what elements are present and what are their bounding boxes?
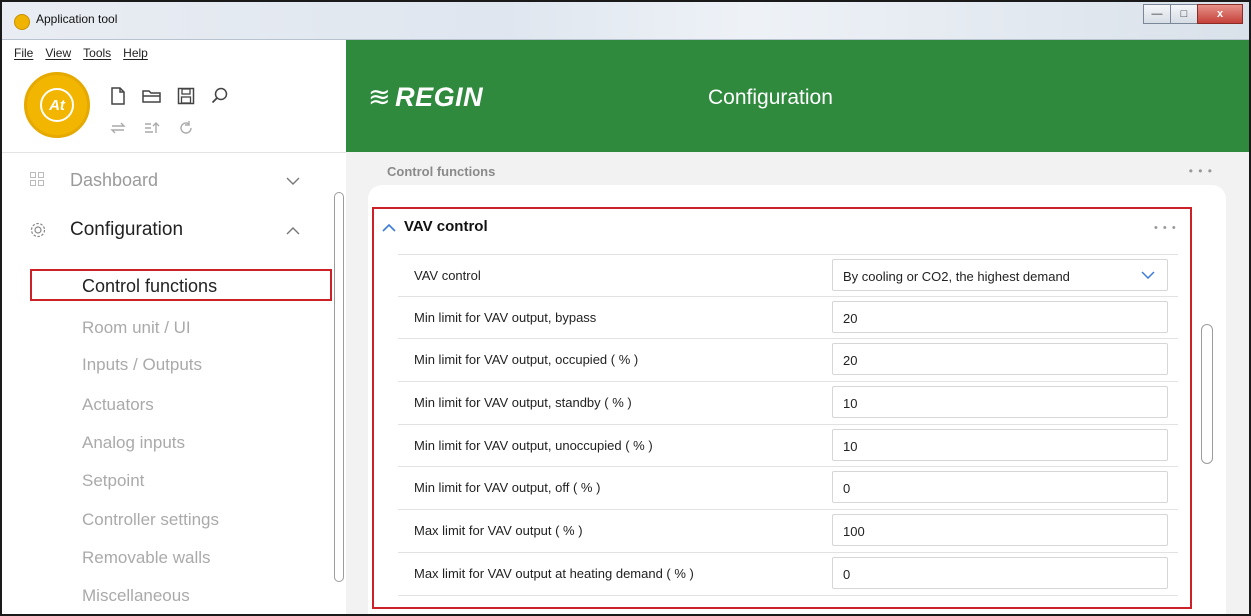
max-heating-input[interactable]: 0 [832,556,1168,589]
settings-row: Min limit for VAV output, bypass 20 [398,297,1178,340]
content-scrollbar[interactable] [1201,324,1213,464]
row-label: Min limit for VAV output, bypass [414,309,597,325]
settings-row: Min limit for VAV output, occupied ( % )… [398,339,1178,383]
menu-bar: File View Tools Help [14,46,148,60]
waves-icon: ≋ [368,82,392,112]
sidebar-scrollbar[interactable] [334,192,344,582]
max-output-input[interactable]: 100 [832,514,1168,547]
menu-tools[interactable]: Tools [83,46,111,60]
row-label: Min limit for VAV output, occupied ( % ) [414,352,639,368]
row-label: Min limit for VAV output, standby ( % ) [414,395,632,411]
collapse-chevron-icon[interactable] [382,219,396,235]
page-title: Configuration [708,86,833,109]
search-icon[interactable] [210,86,230,106]
window-title: Application tool [36,12,118,26]
unoccupied-min-input[interactable]: 10 [832,428,1168,461]
settings-row: Max limit for VAV output ( % ) 100 [398,510,1178,553]
row-label: VAV control [414,268,481,283]
refresh-icon[interactable] [176,118,196,138]
settings-row: Min limit for VAV output, off ( % ) 0 [398,467,1178,511]
sidebar: File View Tools Help At Dashboard Config… [2,40,346,614]
window-controls: — □ x [1143,4,1243,24]
toolbar-primary [108,86,230,106]
new-file-icon[interactable] [108,86,128,106]
menu-view[interactable]: View [45,46,71,60]
standby-min-input[interactable]: 10 [832,386,1168,419]
open-folder-icon[interactable] [142,86,162,106]
nav-configuration-label: Configuration [70,219,184,240]
bypass-min-input[interactable]: 20 [832,300,1168,333]
settings-row: Min limit for VAV output, standby ( % ) … [398,382,1178,425]
brand-logo: ≋ REGIN [368,82,483,113]
section-title: Control functions [387,164,496,179]
brand-name: REGIN [395,82,484,112]
save-icon[interactable] [176,86,196,106]
chevron-down-icon[interactable] [286,173,300,188]
header-bar: ≋ REGIN Configuration [346,40,1249,152]
group-header[interactable]: VAV control [382,218,488,235]
app-logo-text: At [40,88,74,122]
main-content: Control functions • • • VAV control • • … [346,152,1249,614]
sidebar-item-controller-settings[interactable]: Controller settings [82,510,219,530]
off-min-input[interactable]: 0 [832,471,1168,504]
nav-dashboard-label: Dashboard [70,169,159,190]
group-more-icon[interactable]: • • • [1154,222,1177,234]
dashboard-icon [30,172,46,188]
row-label: Max limit for VAV output ( % ) [414,523,583,539]
sidebar-item-inputs-outputs[interactable]: Inputs / Outputs [82,355,202,375]
row-label: Min limit for VAV output, unoccupied ( %… [414,437,653,453]
chevron-down-icon[interactable] [1141,267,1155,282]
section-more-icon[interactable]: • • • [1189,164,1213,178]
sidebar-item-room-unit[interactable]: Room unit / UI [82,318,191,338]
sync-icon[interactable] [108,118,128,138]
menu-file[interactable]: File [14,46,33,60]
settings-list: VAV control By cooling or CO2, the highe… [398,254,1178,596]
sidebar-divider [2,152,346,153]
row-label: Max limit for VAV output at heating dema… [414,565,694,581]
gear-icon [30,222,46,238]
sidebar-item-actuators[interactable]: Actuators [82,395,154,415]
title-bar: Application tool — □ x [2,2,1249,40]
settings-row: VAV control By cooling or CO2, the highe… [398,254,1178,297]
settings-row: Max limit for VAV output at heating dema… [398,553,1178,596]
sidebar-item-analog-inputs[interactable]: Analog inputs [82,433,185,453]
export-icon[interactable] [142,118,162,138]
row-label: Min limit for VAV output, off ( % ) [414,480,601,496]
occupied-min-input[interactable]: 20 [832,343,1168,376]
sidebar-item-removable-walls[interactable]: Removable walls [82,548,211,568]
selection-highlight [30,269,332,301]
vav-control-dropdown[interactable]: By cooling or CO2, the highest demand [832,259,1168,291]
app-icon [14,14,30,30]
sidebar-item-setpoint[interactable]: Setpoint [82,471,144,491]
application-window: Application tool — □ x File View Tools H… [0,0,1251,616]
settings-row: Min limit for VAV output, unoccupied ( %… [398,425,1178,468]
menu-help[interactable]: Help [123,46,148,60]
group-title: VAV control [404,218,488,235]
app-logo: At [24,72,90,138]
close-button[interactable]: x [1197,4,1243,24]
maximize-button[interactable]: □ [1170,4,1198,24]
sidebar-item-miscellaneous[interactable]: Miscellaneous [82,586,190,606]
toolbar-secondary [108,118,196,138]
chevron-up-icon[interactable] [286,223,300,238]
minimize-button[interactable]: — [1143,4,1171,24]
dropdown-value: By cooling or CO2, the highest demand [843,269,1070,284]
